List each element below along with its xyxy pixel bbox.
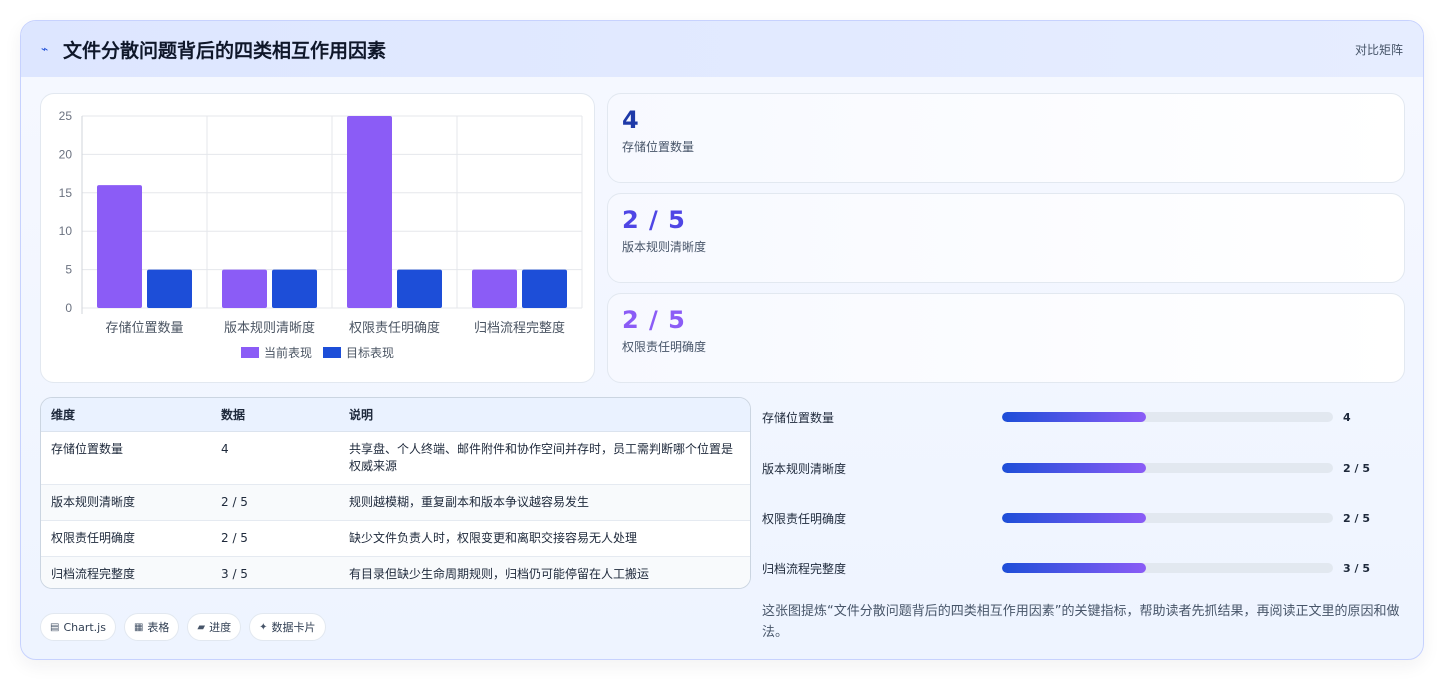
pulse-icon: ⌁ [41,42,49,56]
stat-label: 权限责任明确度 [622,340,707,354]
legend-label: 目标表现 [346,346,394,360]
chip-data-card[interactable]: ✦ 数据卡片 [249,613,326,641]
bar-chart-svg: 0 5 10 15 20 25 存储位置数量 版本规则清晰度 权限责任明确度 归档流程完整度当前表… [59,109,583,360]
bar [147,269,192,308]
progress-value: 4 [1343,410,1351,424]
bar [347,116,392,308]
stat-label: 存储位置数量 [622,140,695,154]
progress-row: 存储位置数量 4 [762,407,1402,427]
chip-label: 数据卡片 [271,621,316,634]
stat-card-permission: 2 / 5 权限责任明确度 [607,293,1405,383]
column-header: 数据 [211,398,339,432]
progress-label: 权限责任明确度 [762,511,847,526]
data-table: 维度 数据 说明 存储位置数量 4 共享盘、个人终端、邮件附件和协作空间并存时，… [40,397,751,589]
sparkle-icon: ✦ [259,621,268,633]
table-cell: 2 / 5 [211,520,339,557]
table-row: 权限责任明确度 2 / 5 缺少文件负责人时，权限变更和离职交接容易无人处理 [41,520,750,557]
progress-fill [1002,563,1146,573]
bar-chart: 0 5 10 15 20 25 存储位置数量 版本规则清晰度 权限责任明确度 归档流程完整度当前表… [40,93,595,383]
progress-label: 存储位置数量 [762,410,835,425]
bar [472,269,517,308]
y-tick-label: 10 [59,224,73,238]
progress-track [1002,513,1333,523]
progress-track [1002,412,1333,422]
bar [522,269,567,308]
table-cell: 规则越模糊，重复副本和版本争议越容易发生 [339,484,750,521]
y-tick-label: 25 [59,109,73,123]
chip-chartjs[interactable]: ▤ Chart.js [40,613,116,641]
progress-label: 归档流程完整度 [762,561,847,576]
x-tick-label: 权限责任明确度 [349,320,440,335]
stat-value: 2 / 5 [622,306,686,334]
y-tick-label: 20 [59,147,73,161]
table-cell: 共享盘、个人终端、邮件附件和协作空间并存时，员工需判断哪个位置是权威来源 [339,431,750,485]
legend-label: 当前表现 [264,345,312,360]
table-row: 存储位置数量 4 共享盘、个人终端、邮件附件和协作空间并存时，员工需判断哪个位置… [41,431,750,485]
y-tick-label: 0 [65,301,72,315]
table-cell: 4 [211,431,339,485]
page-title: 文件分散问题背后的四类相互作用因素 [63,39,387,62]
progress-label: 版本规则清晰度 [762,461,847,476]
table-cell: 归档流程完整度 [41,556,211,588]
stat-card-storage: 4 存储位置数量 [607,93,1405,183]
x-tick-label: 存储位置数量 [105,320,183,335]
chip-label: 进度 [209,621,232,634]
y-tick-label: 5 [65,263,72,277]
progress-value: 3 / 5 [1343,561,1370,575]
table-cell: 有目录但缺少生命周期规则，归档仍可能停留在人工搬运 [339,556,750,588]
feature-chips: ▤ Chart.js ▦ 表格 ▰ 进度 ✦ 数据卡片 [40,613,326,641]
factor-card: ⌁ 文件分散问题背后的四类相互作用因素 对比矩阵 0 5 10 15 20 25 存储位置数… [20,20,1424,660]
progress-fill [1002,513,1146,523]
progress-value: 2 / 5 [1343,511,1370,525]
legend-swatch [323,347,341,358]
progress-track [1002,563,1333,573]
table-cell: 3 / 5 [211,556,339,588]
chip-progress[interactable]: ▰ 进度 [187,613,242,641]
table-cell: 2 / 5 [211,484,339,521]
table-cell: 权限责任明确度 [41,520,211,557]
stat-label: 版本规则清晰度 [622,240,707,254]
summary-note: 这张图提炼“文件分散问题背后的四类相互作用因素”的关键指标，帮助读者先抓结果，再… [762,604,1400,640]
table-cell: 版本规则清晰度 [41,484,211,521]
y-tick-label: 15 [59,186,73,200]
view-tag: 对比矩阵 [1354,42,1403,57]
progress-row: 归档流程完整度 3 / 5 [762,558,1402,578]
table-row: 版本规则清晰度 2 / 5 规则越模糊，重复副本和版本争议越容易发生 [41,484,750,521]
column-header: 维度 [41,398,211,432]
table-icon: ▦ [133,621,144,633]
stat-value: 2 / 5 [622,206,686,234]
bar [97,185,142,308]
table-cell: 缺少文件负责人时，权限变更和离职交接容易无人处理 [339,520,750,557]
stat-value: 4 [622,106,640,134]
x-tick-label: 版本规则清晰度 [224,320,315,335]
chip-table[interactable]: ▦ 表格 [123,613,180,641]
progress-row: 版本规则清晰度 2 / 5 [762,458,1402,478]
bar [272,269,317,308]
column-header: 说明 [339,398,750,432]
progress-track [1002,463,1333,473]
progress-fill [1002,463,1146,473]
chart-icon: ▤ [50,621,60,633]
progress-fill [1002,412,1146,422]
stat-card-version: 2 / 5 版本规则清晰度 [607,193,1405,283]
bar [397,269,442,308]
x-tick-label: 归档流程完整度 [474,320,565,335]
table-cell: 存储位置数量 [41,431,211,485]
legend-swatch [241,347,259,358]
progress-icon: ▰ [197,621,206,633]
table-header-row: 维度 数据 说明 [41,398,750,432]
card-header: ⌁ 文件分散问题背后的四类相互作用因素 对比矩阵 [21,21,1423,77]
bar [222,269,267,308]
chip-label: Chart.js [63,620,106,634]
chip-label: 表格 [147,621,170,634]
progress-value: 2 / 5 [1343,461,1370,475]
progress-row: 权限责任明确度 2 / 5 [762,508,1402,528]
table-row: 归档流程完整度 3 / 5 有目录但缺少生命周期规则，归档仍可能停留在人工搬运 [41,556,750,588]
